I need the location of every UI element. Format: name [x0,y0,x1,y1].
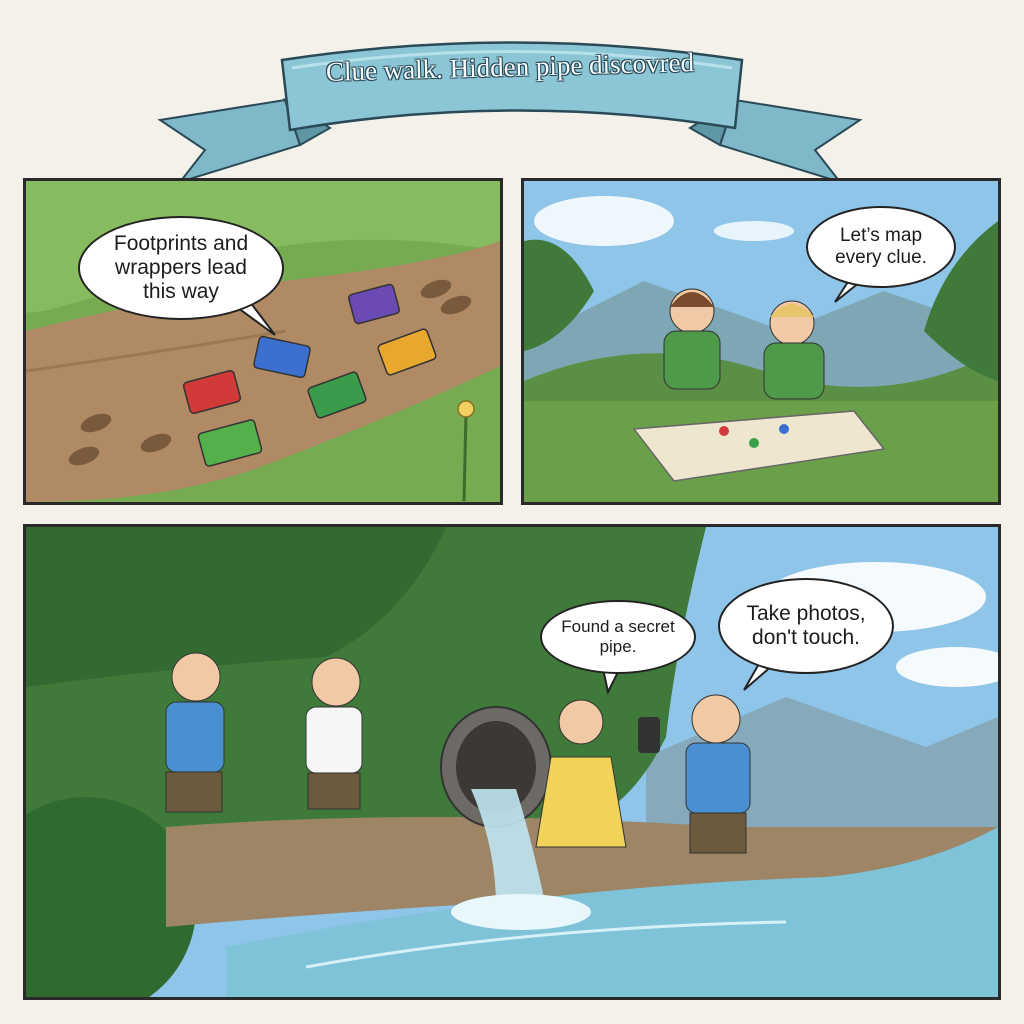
speech-bubble-footprints: Footprints and wrappers lead this way [78,216,284,320]
panel-footprints [23,178,503,505]
title-banner: Clue walk. Hidden pipe discovred [0,0,1024,190]
speech-text-secret-pipe: Found a secret pipe. [561,617,675,656]
kid-1 [165,652,225,813]
speech-text-take-photos: Take photos, don't touch. [746,601,866,649]
speech-bubble-secret-pipe: Found a secret pipe. [540,600,696,674]
kid-2 [305,657,363,810]
ribbon-graphic [157,41,863,184]
footprints-scene [26,181,500,502]
kid-girl [663,288,721,390]
speech-text-map: Let’s map every clue. [835,225,927,268]
speech-bubble-take-photos: Take photos, don't touch. [718,578,894,674]
speech-text-footprints: Footprints and wrappers lead this way [113,231,249,304]
speech-bubble-map: Let’s map every clue. [806,206,956,288]
